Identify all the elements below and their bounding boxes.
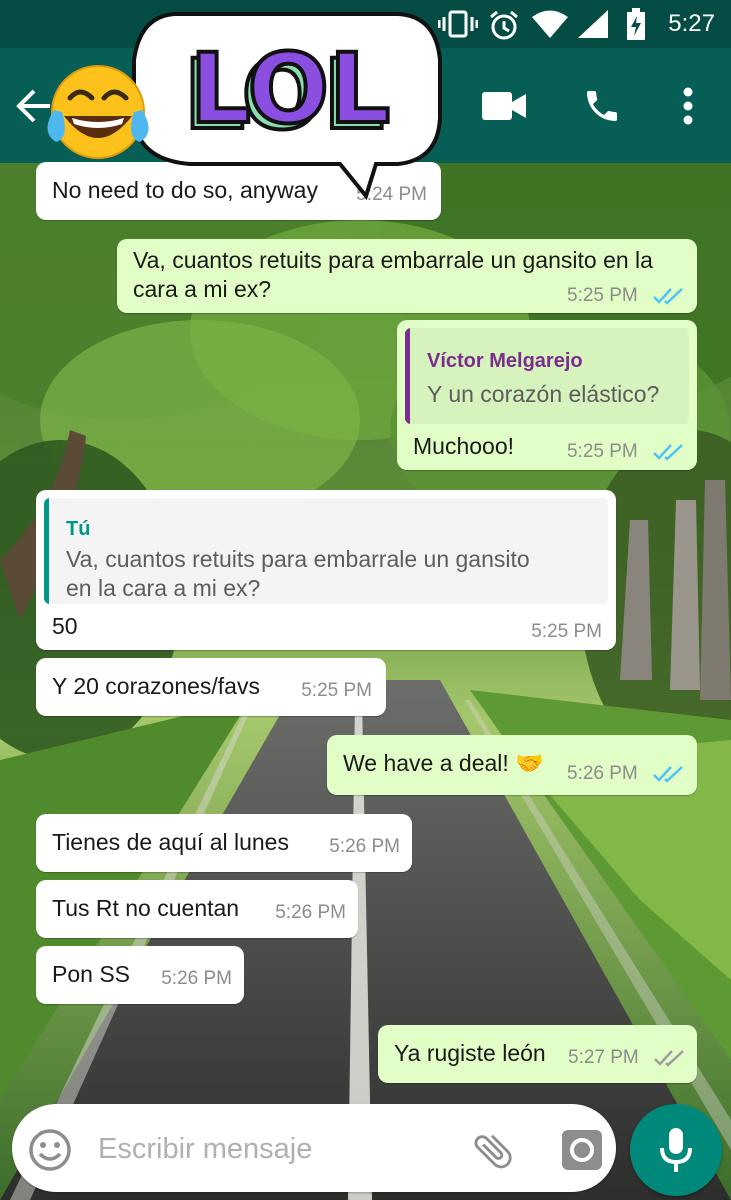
mic-icon xyxy=(660,1128,692,1172)
message-text: Muchooo! xyxy=(413,433,515,459)
read-ticks-icon xyxy=(653,441,685,468)
back-arrow-icon[interactable] xyxy=(14,88,52,129)
message-bubble-outgoing[interactable]: Víctor Melgarejo Y un corazón elástico? … xyxy=(397,320,697,470)
message-bubble-incoming[interactable]: No need to do so, anyway 5:24 PM xyxy=(36,162,441,220)
status-bar: 5:27 xyxy=(0,0,731,48)
message-text: Ya rugiste león xyxy=(394,1040,546,1066)
emoji-icon[interactable] xyxy=(28,1128,72,1177)
phone-icon[interactable] xyxy=(582,86,622,131)
alarm-icon xyxy=(488,10,520,45)
message-bubble-incoming[interactable]: Pon SS 5:26 PM xyxy=(36,946,244,1004)
message-text-line: cara a mi ex? xyxy=(133,276,272,302)
quoted-message[interactable]: Víctor Melgarejo Y un corazón elástico? xyxy=(405,328,689,424)
message-text: We have a deal! 🤝 xyxy=(343,750,544,776)
read-ticks-icon xyxy=(653,763,685,790)
message-text: Pon SS xyxy=(52,961,130,987)
message-time: 5:26 PM xyxy=(161,968,232,989)
message-time: 5:25 PM xyxy=(567,441,638,462)
message-text: Tus Rt no cuentan xyxy=(52,895,240,921)
message-bubble-outgoing[interactable]: We have a deal! 🤝 5:26 PM xyxy=(327,735,697,795)
quote-text-line: Va, cuantos retuits para embarrale un ga… xyxy=(66,546,530,572)
camera-icon[interactable] xyxy=(560,1128,604,1177)
message-time: 5:26 PM xyxy=(567,763,638,784)
chat-header xyxy=(0,48,731,163)
composer-bar xyxy=(12,1104,616,1192)
quoted-message[interactable]: Tú Va, cuantos retuits para embarrale un… xyxy=(44,498,608,604)
message-time: 5:24 PM xyxy=(356,184,427,205)
message-text: No need to do so, anyway xyxy=(52,177,318,203)
message-time: 5:25 PM xyxy=(301,680,372,701)
message-bubble-incoming[interactable]: Y 20 corazones/favs 5:25 PM xyxy=(36,658,386,716)
quote-accent-bar xyxy=(405,328,410,424)
message-time: 5:26 PM xyxy=(275,902,346,923)
message-text: Tienes de aquí al lunes xyxy=(52,829,289,855)
quote-author: Víctor Melgarejo xyxy=(427,350,583,372)
wifi-icon xyxy=(532,10,568,43)
attach-icon[interactable] xyxy=(470,1128,516,1179)
message-time: 5:25 PM xyxy=(531,621,602,642)
message-time: 5:25 PM xyxy=(567,285,638,306)
quote-text: Y un corazón elástico? xyxy=(427,381,660,407)
message-bubble-incoming[interactable]: Tus Rt no cuentan 5:26 PM xyxy=(36,880,358,938)
vibrate-icon xyxy=(437,10,479,43)
message-text: Y 20 corazones/favs xyxy=(52,673,260,699)
mic-button[interactable] xyxy=(630,1104,722,1196)
status-clock: 5:27 xyxy=(668,10,715,37)
more-vert-icon[interactable] xyxy=(682,86,694,131)
quote-text-line: en la cara a mi ex? xyxy=(66,575,261,601)
video-call-icon[interactable] xyxy=(482,92,526,125)
quote-accent-bar xyxy=(44,498,49,604)
message-bubble-incoming[interactable]: Tienes de aquí al lunes 5:26 PM xyxy=(36,814,412,872)
message-input[interactable] xyxy=(96,1124,440,1174)
message-bubble-incoming[interactable]: Tú Va, cuantos retuits para embarrale un… xyxy=(36,490,616,650)
read-ticks-icon xyxy=(653,285,685,312)
battery-charging-icon xyxy=(626,8,646,45)
signal-icon xyxy=(578,10,608,43)
quote-author: Tú xyxy=(66,518,91,540)
message-time: 5:26 PM xyxy=(329,836,400,857)
message-bubble-outgoing[interactable]: Va, cuantos retuits para embarrale un ga… xyxy=(117,239,697,313)
delivered-ticks-icon xyxy=(654,1047,686,1074)
message-text: 50 xyxy=(52,613,78,639)
message-time: 5:27 PM xyxy=(568,1047,639,1068)
message-bubble-outgoing[interactable]: Ya rugiste león 5:27 PM xyxy=(378,1025,697,1083)
